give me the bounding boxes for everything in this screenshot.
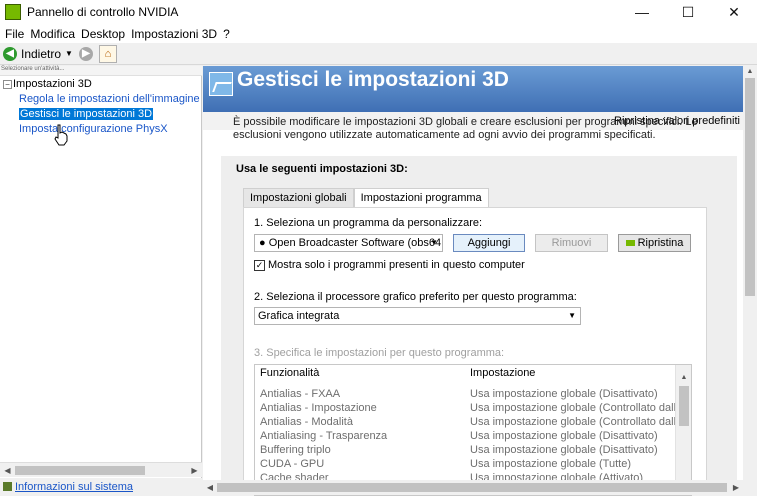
main-pane: Gestisci le impostazioni 3D Ripristina v… (203, 66, 757, 496)
scroll-left-icon[interactable]: ◀ (0, 463, 15, 478)
scrollbar-thumb[interactable] (217, 483, 727, 492)
section-title: Usa le seguenti impostazioni 3D: (236, 163, 408, 175)
add-program-button[interactable]: Aggiungi (453, 234, 525, 252)
scroll-up-icon[interactable]: ▲ (676, 371, 691, 385)
scroll-up-icon[interactable]: ▲ (743, 66, 757, 78)
home-icon[interactable]: ⌂ (98, 44, 117, 63)
remove-program-button[interactable]: Rimuovi (535, 234, 608, 252)
tree-item-label: Imposta configurazione PhysX (19, 122, 168, 135)
maximize-button[interactable]: ☐ (665, 0, 711, 24)
task-pane: Selezionare un'attività... − Impostazion… (0, 66, 202, 495)
tree-item-physx[interactable]: Imposta configurazione PhysX (3, 121, 200, 136)
table-row[interactable]: Antialiasing - Trasparenza Usa impostazi… (255, 430, 675, 444)
tree-root[interactable]: − Impostazioni 3D (3, 77, 200, 91)
feature-cell: Antialiasing - Trasparenza (260, 430, 388, 442)
menu-file[interactable]: File (2, 27, 27, 41)
scrollbar-thumb[interactable] (15, 466, 145, 475)
show-installed-checkbox[interactable]: ✓ (254, 259, 265, 271)
settings-section: Usa le seguenti impostazioni 3D: Imposta… (221, 156, 737, 496)
scroll-left-icon[interactable]: ◀ (203, 480, 217, 495)
page-title: Gestisci le impostazioni 3D (237, 68, 509, 91)
setting-cell: Usa impostazione globale (Disattivato) (470, 444, 658, 456)
program-bullet-icon: ● (259, 237, 266, 249)
feature-cell: CUDA - GPU (260, 458, 325, 470)
nvidia-logo-icon (5, 4, 21, 20)
table-row[interactable]: Antialias - FXAA Usa impostazione global… (255, 388, 675, 402)
feature-cell: Antialias - Modalità (260, 416, 353, 428)
scrollbar-thumb[interactable] (679, 386, 689, 426)
hand-cursor-icon (54, 124, 68, 146)
chevron-down-icon: ▼ (430, 238, 438, 247)
tree-item-gestisci-3d[interactable]: Gestisci le impostazioni 3D (3, 106, 200, 121)
setting-cell: Usa impostazione globale (Controllato da… (470, 416, 692, 428)
main-vertical-scrollbar[interactable]: ▲ (743, 66, 757, 495)
collapse-icon[interactable]: − (3, 79, 12, 89)
table-row[interactable]: Antialias - Modalità Usa impostazione gl… (255, 416, 691, 430)
step3-label: 3. Specifica le impostazioni per questo … (254, 347, 505, 359)
close-button[interactable]: ✕ (711, 0, 757, 24)
nvidia-small-icon (625, 240, 635, 247)
restore-program-label: Ripristina (637, 237, 684, 249)
tree-item-label: Regola le impostazioni dell'immagine con… (19, 92, 200, 105)
task-tree: − Impostazioni 3D Regola le impostazioni… (3, 77, 200, 462)
scroll-right-icon[interactable]: ▶ (187, 463, 202, 478)
tree-root-label: Impostazioni 3D (13, 78, 92, 90)
title-bar: Pannello di controllo NVIDIA — ☐ ✕ (0, 0, 757, 24)
window-title: Pannello di controllo NVIDIA (27, 5, 179, 19)
setting-cell: Usa impostazione globale (Tutte) (470, 458, 632, 470)
minimize-button[interactable]: — (619, 0, 665, 24)
column-header-feature[interactable]: Funzionalità (260, 367, 319, 379)
3d-settings-icon (209, 72, 233, 96)
tree-item-label: Gestisci le impostazioni 3D (19, 107, 154, 120)
toolbar: ◀ Indietro ▼ ▶ ⌂ (0, 43, 757, 65)
page-description: È possibile modificare le impostazioni 3… (233, 116, 698, 141)
show-installed-row: ✓ Mostra solo i programmi presenti in qu… (254, 259, 525, 271)
back-dropdown-icon[interactable]: ▼ (65, 49, 73, 58)
settings-table: Funzionalità Impostazione Antialias - FX… (254, 364, 692, 496)
menu-impostazioni-3d[interactable]: Impostazioni 3D (128, 27, 220, 41)
system-info-row: Informazioni sul sistema (0, 478, 202, 495)
table-row[interactable]: Antialias - Impostazione Usa impostazion… (255, 402, 691, 416)
table-row[interactable]: CUDA - GPU Usa impostazione globale (Tut… (255, 458, 675, 472)
table-vertical-scrollbar[interactable]: ▲ (675, 365, 691, 495)
main-horizontal-scrollbar[interactable]: ◀ ▶ (203, 480, 743, 495)
tree-item-regola-immagine[interactable]: Regola le impostazioni dell'immagine con… (3, 91, 200, 106)
system-info-link[interactable]: Informazioni sul sistema (15, 481, 133, 493)
forward-arrow-icon[interactable]: ▶ (78, 46, 93, 61)
back-arrow-icon[interactable]: ◀ (3, 46, 17, 61)
scroll-right-icon[interactable]: ▶ (729, 480, 743, 495)
feature-cell: Buffering triplo (260, 444, 331, 456)
step1-label: 1. Seleziona un programma da personalizz… (254, 217, 483, 229)
gpu-dropdown[interactable]: Grafica integrata ▼ (254, 307, 581, 325)
setting-cell: Usa impostazione globale (Controllato da… (470, 402, 692, 414)
menu-bar: File Modifica Desktop Impostazioni 3D ? (0, 24, 757, 43)
settings-tabs: Impostazioni globali Impostazioni progra… (243, 188, 489, 209)
menu-modifica[interactable]: Modifica (27, 27, 78, 41)
feature-cell: Antialias - FXAA (260, 388, 341, 400)
left-horizontal-scrollbar[interactable]: ◀ ▶ (0, 462, 202, 477)
gpu-selected-value: Grafica integrata (258, 310, 340, 322)
program-settings-panel: 1. Seleziona un programma da personalizz… (243, 207, 707, 496)
setting-cell: Usa impostazione globale (Disattivato) (470, 388, 658, 400)
column-header-setting[interactable]: Impostazione (470, 367, 535, 379)
chevron-down-icon: ▼ (568, 311, 576, 320)
system-info-icon (3, 482, 12, 491)
tab-impostazioni-globali[interactable]: Impostazioni globali (243, 188, 354, 208)
tab-impostazioni-programma[interactable]: Impostazioni programma (353, 188, 489, 209)
back-button[interactable]: Indietro (21, 47, 61, 61)
program-dropdown[interactable]: ● Open Broadcaster Software (obs64.... ▼ (254, 234, 443, 252)
step2-label: 2. Seleziona il processore grafico prefe… (254, 291, 577, 303)
menu-desktop[interactable]: Desktop (78, 27, 128, 41)
scrollbar-thumb[interactable] (745, 78, 755, 296)
feature-cell: Antialias - Impostazione (260, 402, 377, 414)
restore-program-button[interactable]: Ripristina (618, 234, 691, 252)
table-row[interactable]: Buffering triplo Usa impostazione global… (255, 444, 675, 458)
program-selected-value: Open Broadcaster Software (obs64.... (268, 237, 443, 249)
setting-cell: Usa impostazione globale (Disattivato) (470, 430, 658, 442)
task-pane-caption: Selezionare un'attività... (0, 66, 202, 76)
show-installed-label[interactable]: Mostra solo i programmi presenti in ques… (268, 259, 525, 271)
menu-help[interactable]: ? (220, 27, 233, 41)
page-header: Gestisci le impostazioni 3D (203, 66, 743, 112)
